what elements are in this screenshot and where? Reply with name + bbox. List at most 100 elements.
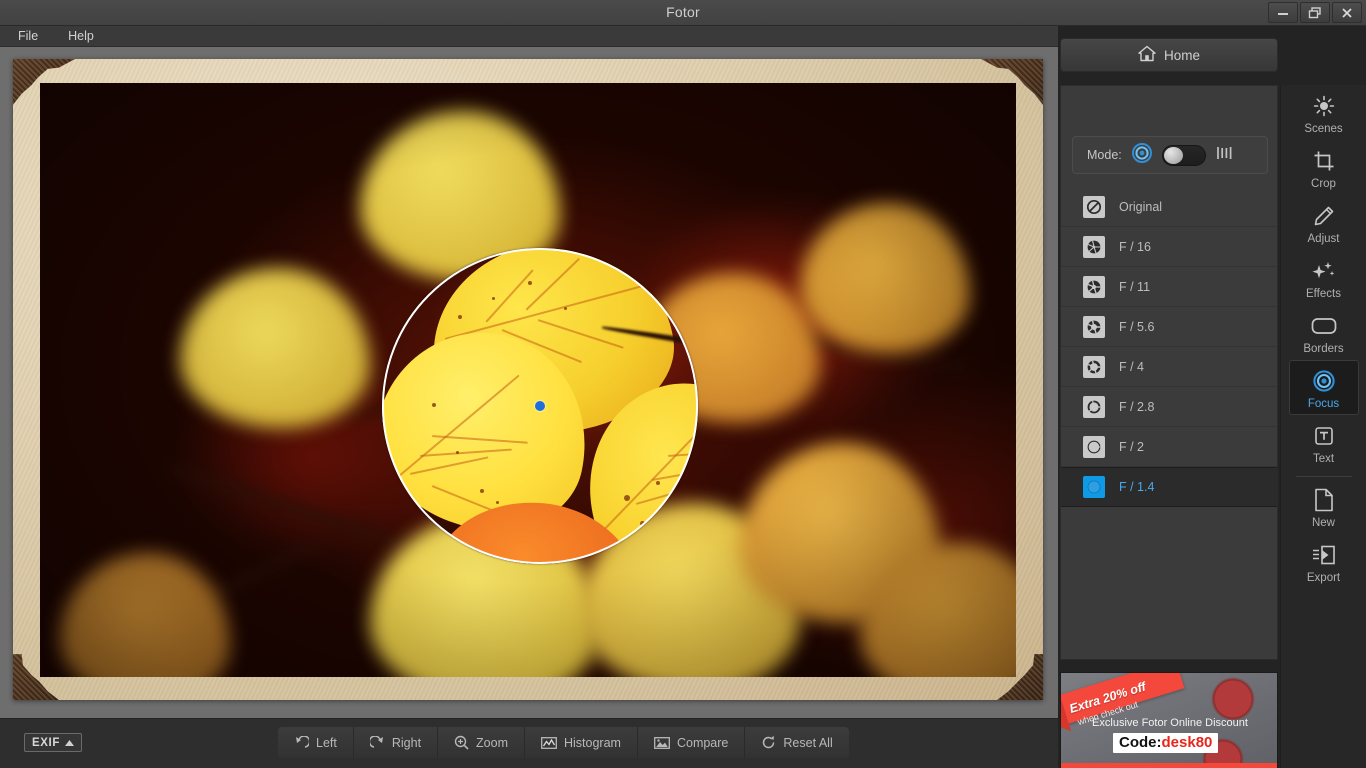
tool-rail: Scenes Crop Adjust Effects Borders Focus… — [1280, 85, 1366, 768]
toggle-knob — [1163, 146, 1183, 164]
home-icon — [1138, 45, 1156, 65]
rail-item-new[interactable]: New — [1289, 479, 1359, 534]
reset-icon — [761, 735, 776, 750]
rail-label: Effects — [1306, 288, 1341, 300]
rail-item-scenes[interactable]: Scenes — [1289, 85, 1359, 140]
aperture-11-icon — [1083, 275, 1105, 298]
rail-item-focus[interactable]: Focus — [1288, 360, 1359, 415]
mode-label: Mode: — [1087, 148, 1122, 162]
exif-button[interactable]: EXIF — [24, 733, 82, 752]
rail-item-borders[interactable]: Borders — [1289, 305, 1359, 360]
radial-focus-icon[interactable] — [1131, 142, 1153, 169]
zoom-label: Zoom — [476, 735, 508, 750]
menu-item-help[interactable]: Help — [64, 28, 98, 44]
rail-label: New — [1311, 517, 1335, 529]
aperture-16-icon — [1083, 235, 1105, 258]
focus-options-column: Mode: Original F / 16 F / 11 F / 5.6 F /… — [1060, 85, 1278, 660]
aperture-2-icon — [1083, 435, 1105, 458]
sun-icon — [1313, 93, 1335, 119]
histogram-icon — [541, 736, 557, 750]
focus-center-handle[interactable] — [535, 401, 545, 411]
aperture-label: F / 11 — [1119, 279, 1151, 294]
rail-item-effects[interactable]: Effects — [1289, 250, 1359, 305]
rail-divider — [1295, 476, 1352, 477]
rotate-right-button[interactable]: Right — [354, 727, 439, 758]
image-canvas-area[interactable] — [0, 47, 1058, 718]
aperture-row-f16[interactable]: F / 16 — [1061, 227, 1277, 267]
aperture-list: Original F / 16 F / 11 F / 5.6 F / 4 F /… — [1061, 187, 1277, 659]
compare-image-icon — [654, 736, 670, 750]
rail-label: Borders — [1303, 343, 1344, 355]
rail-label: Text — [1312, 453, 1335, 465]
aperture-14-icon — [1083, 476, 1105, 498]
edited-photograph[interactable] — [40, 83, 1016, 677]
ad-headline: Exclusive Fotor Online Discount — [1092, 717, 1248, 729]
ad-code-value: desk80 — [1161, 734, 1213, 751]
no-aperture-icon — [1083, 195, 1105, 218]
ad-footer-url[interactable]: www.fotor.com — [1061, 763, 1277, 768]
aperture-label: F / 4 — [1119, 359, 1145, 374]
histogram-button[interactable]: Histogram — [525, 727, 638, 758]
ad-code-label: Code: — [1119, 734, 1162, 751]
focus-mode-toggle[interactable] — [1161, 144, 1206, 166]
text-t-icon — [1313, 423, 1335, 449]
ad-code-box: Code: desk80 — [1113, 733, 1219, 753]
right-panel: Home Mode: Original F / 16 F / 11 F / 5.… — [1058, 26, 1366, 768]
compare-label: Compare — [676, 735, 729, 750]
bottom-tool-group: Left Right Zoom Histogram Compare Reset … — [278, 727, 849, 758]
vintage-photo-frame — [13, 59, 1043, 700]
focus-target-icon — [1312, 368, 1336, 394]
aperture-28-icon — [1083, 395, 1105, 418]
aperture-row-f2[interactable]: F / 2 — [1061, 427, 1277, 467]
window-title: Fotor — [666, 4, 700, 20]
aperture-row-f14[interactable]: F / 1.4 — [1061, 467, 1277, 507]
rail-label: Crop — [1311, 178, 1336, 190]
focus-mode-row: Mode: — [1072, 136, 1268, 174]
aperture-label: F / 5.6 — [1119, 319, 1155, 334]
menu-item-file[interactable]: File — [14, 28, 42, 44]
rail-label: Adjust — [1307, 233, 1340, 245]
crop-icon — [1313, 148, 1335, 174]
pencil-icon — [1313, 203, 1335, 229]
rail-item-export[interactable]: Export — [1289, 534, 1359, 589]
fotor-application-window: Fotor File Help EXIF Left Right Zoom His… — [0, 0, 1366, 768]
aperture-row-f28[interactable]: F / 2.8 — [1061, 387, 1277, 427]
aperture-row-f56[interactable]: F / 5.6 — [1061, 307, 1277, 347]
zoom-in-icon — [454, 735, 469, 750]
rotate-right-label: Right — [391, 735, 422, 750]
rail-item-text[interactable]: Text — [1289, 415, 1359, 470]
rail-item-crop[interactable]: Crop — [1289, 140, 1359, 195]
aperture-row-f11[interactable]: F / 11 — [1061, 267, 1277, 307]
rotate-left-label: Left — [316, 735, 337, 750]
promo-ad-banner[interactable]: Extra 20% off when check out Exclusive F… — [1060, 672, 1278, 768]
linear-focus-icon[interactable] — [1215, 143, 1235, 168]
aperture-label: Original — [1119, 199, 1163, 214]
rotate-right-icon — [369, 735, 385, 750]
zoom-button[interactable]: Zoom — [438, 727, 525, 758]
aperture-row-original[interactable]: Original — [1061, 187, 1277, 227]
chevron-up-icon — [64, 737, 74, 749]
rotate-left-button[interactable]: Left — [278, 727, 354, 758]
rail-item-adjust[interactable]: Adjust — [1289, 195, 1359, 250]
window-controls — [1268, 2, 1362, 23]
rail-label: Scenes — [1304, 123, 1343, 135]
aperture-label: F / 2 — [1119, 439, 1145, 454]
compare-button[interactable]: Compare — [638, 727, 746, 758]
restore-button[interactable] — [1300, 2, 1330, 23]
home-button-wrapper: Home — [1060, 38, 1278, 72]
rail-label: Focus — [1307, 398, 1340, 410]
home-label: Home — [1163, 47, 1200, 63]
sparkle-icon — [1311, 258, 1336, 284]
exif-label: EXIF — [32, 736, 60, 749]
reset-all-button[interactable]: Reset All — [745, 727, 848, 758]
aperture-4-icon — [1083, 355, 1105, 378]
aperture-label: F / 16 — [1119, 239, 1151, 254]
rounded-rect-icon — [1311, 313, 1337, 339]
rotate-left-icon — [294, 735, 309, 750]
title-bar: Fotor — [0, 0, 1366, 26]
minimize-button[interactable] — [1268, 2, 1298, 23]
export-icon — [1312, 542, 1336, 568]
aperture-row-f4[interactable]: F / 4 — [1061, 347, 1277, 387]
close-button[interactable] — [1332, 2, 1362, 23]
home-button[interactable]: Home — [1060, 38, 1278, 72]
